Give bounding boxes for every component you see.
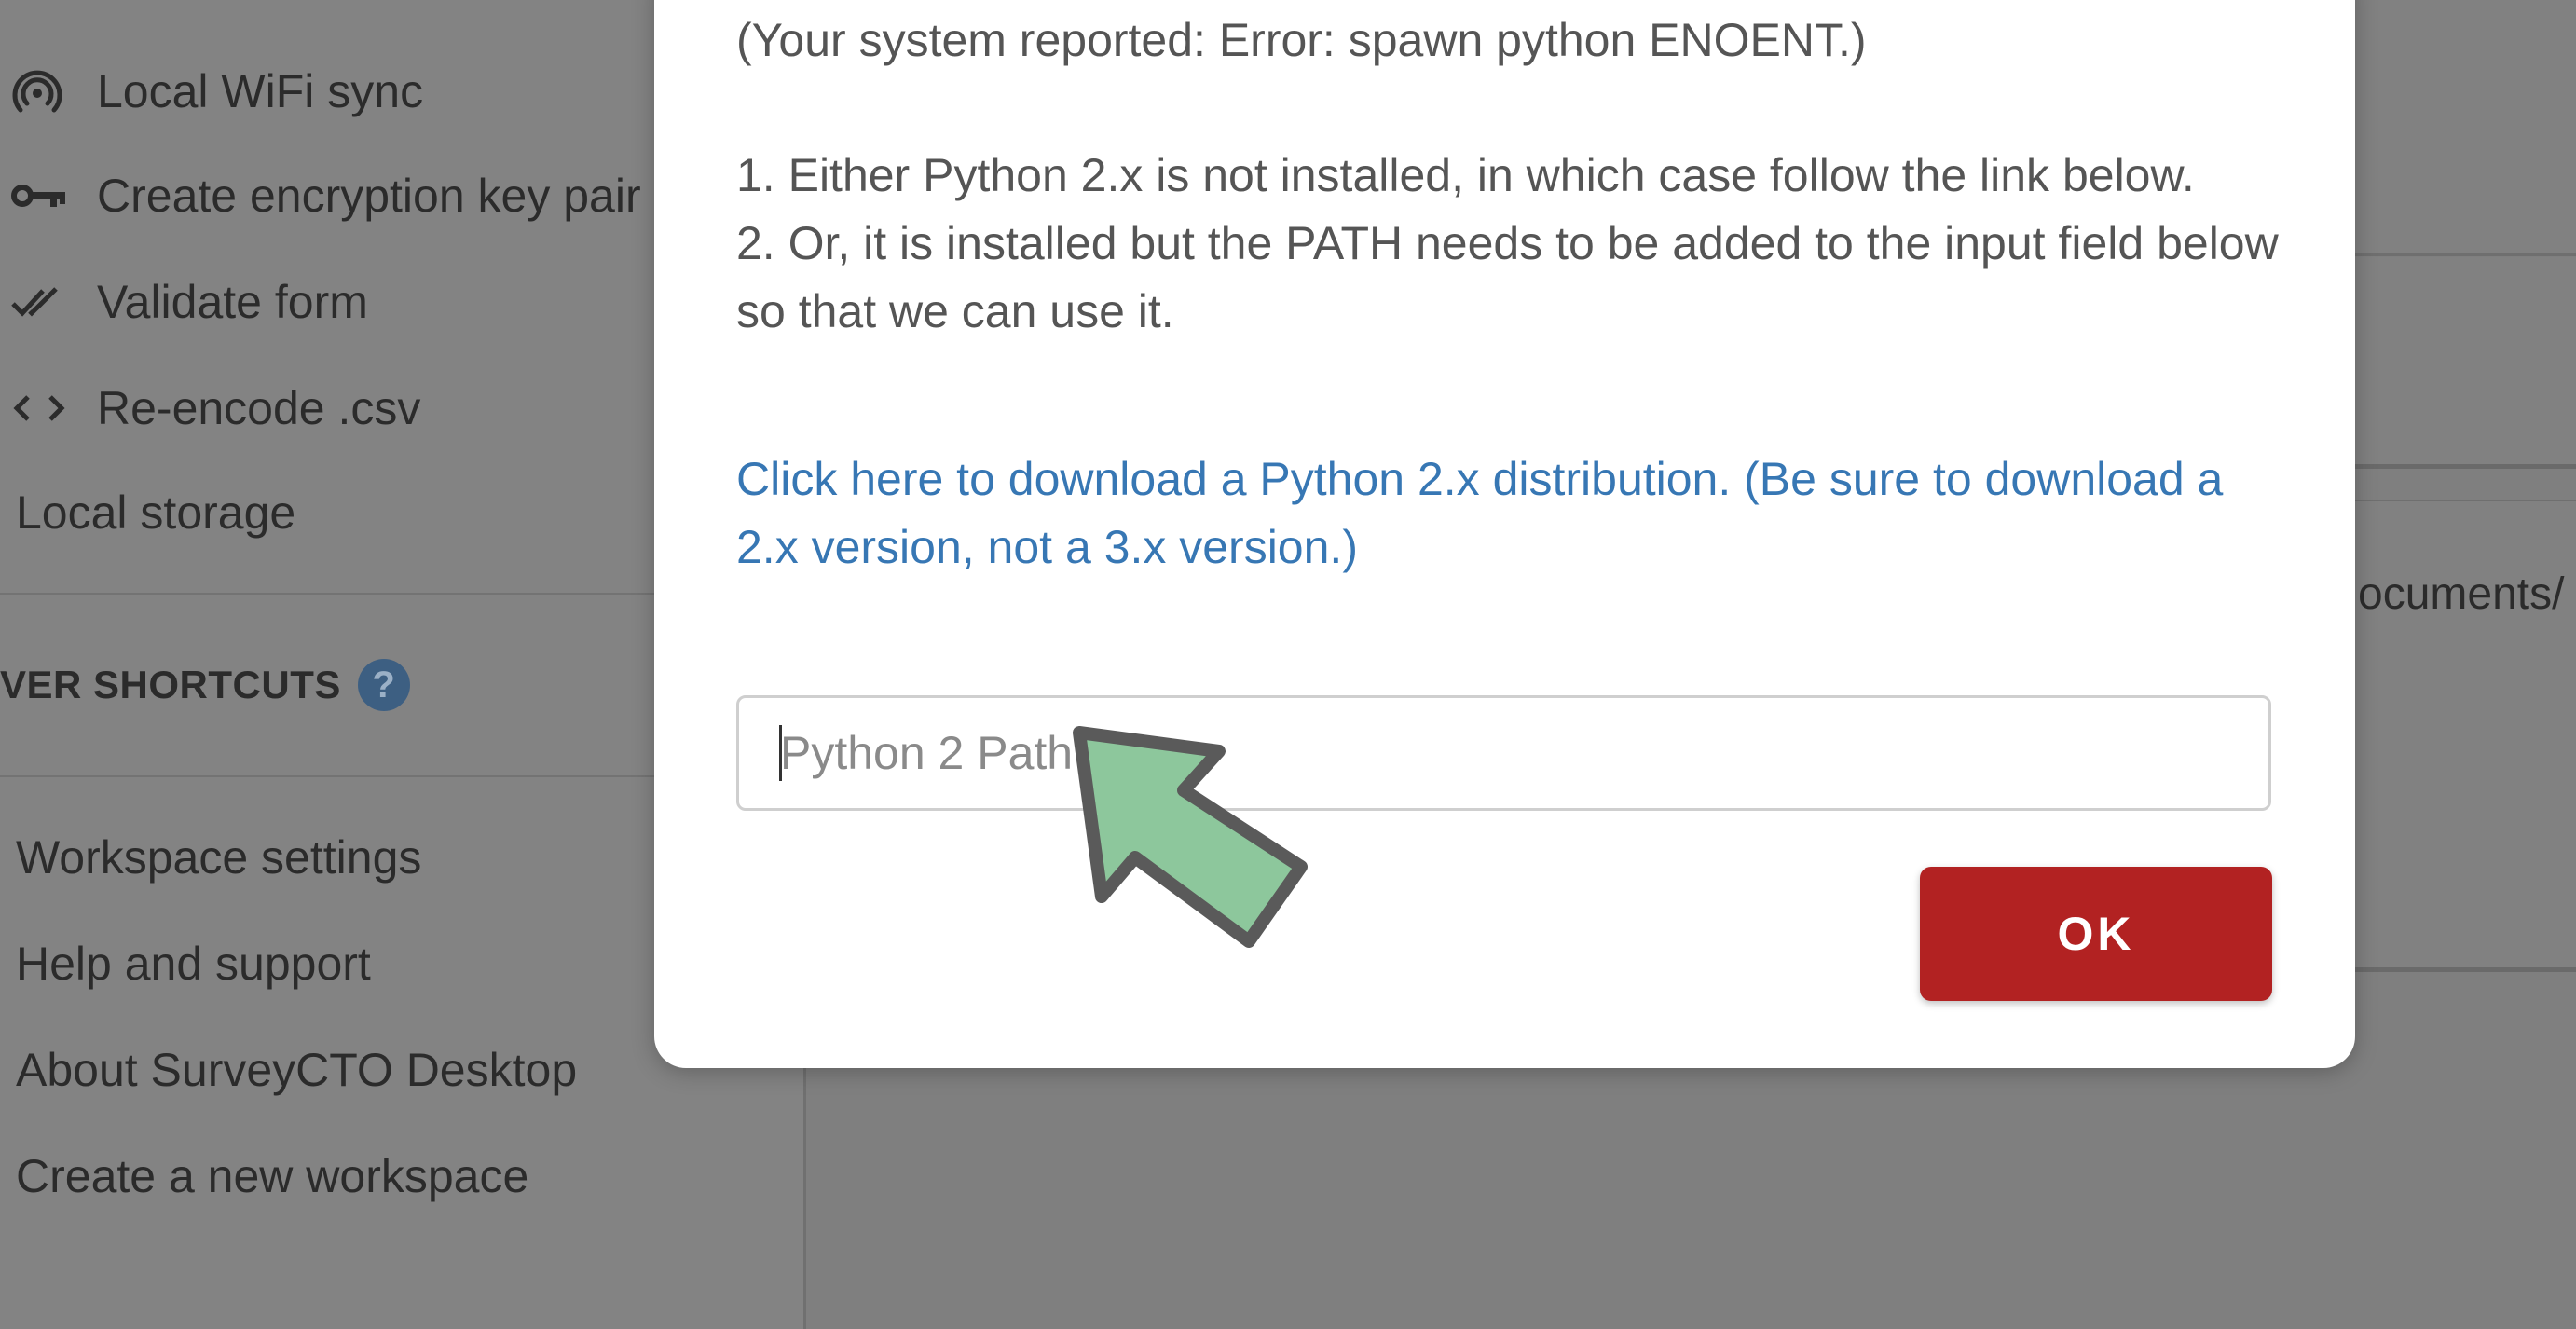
- sidebar-item-help-and-support[interactable]: Help and support: [0, 926, 371, 1001]
- sidebar-item-create-workspace[interactable]: Create a new workspace: [0, 1139, 528, 1213]
- system-error-text: (Your system reported: Error: spawn pyth…: [736, 14, 1867, 66]
- double-check-icon: [0, 283, 67, 321]
- sidebar-item-create-key-pair[interactable]: Create encryption key pair: [0, 158, 641, 233]
- sidebar-item-workspace-settings[interactable]: Workspace settings: [0, 820, 421, 895]
- background-card: [2349, 257, 2576, 469]
- sidebar-item-label: Local WiFi sync: [97, 65, 424, 117]
- sidebar-item-about[interactable]: About SurveyCTO Desktop: [0, 1033, 577, 1107]
- background-card: [2349, 0, 2576, 256]
- section-title: VER SHORTCUTS: [0, 663, 341, 706]
- key-icon: [0, 177, 67, 214]
- python-path-input[interactable]: [736, 695, 2271, 811]
- help-icon[interactable]: ?: [357, 659, 410, 711]
- background-path-text: ocuments/: [2358, 569, 2565, 619]
- instructions: 1. Either Python 2.x is not installed, i…: [736, 142, 2293, 346]
- python-path-dialog: (Your system reported: Error: spawn pyth…: [654, 0, 2355, 1068]
- sidebar-item-label: Re-encode .csv: [97, 382, 421, 434]
- text-caret: [779, 725, 782, 781]
- code-icon: [0, 390, 67, 427]
- wifi-sync-icon: [0, 65, 67, 117]
- sidebar-item-re-encode-csv[interactable]: Re-encode .csv: [0, 371, 420, 445]
- instruction-option-1: 1. Either Python 2.x is not installed, i…: [736, 149, 2195, 201]
- download-python-link[interactable]: Click here to download a Python 2.x dist…: [736, 445, 2293, 582]
- instruction-option-2: 2. Or, it is installed but the PATH need…: [736, 217, 2279, 337]
- sidebar-item-local-storage[interactable]: Local storage: [0, 475, 295, 550]
- sidebar-item-label: Create encryption key pair: [97, 170, 641, 222]
- ok-button[interactable]: OK: [1920, 867, 2272, 1001]
- sidebar-item-validate-form[interactable]: Validate form: [0, 265, 368, 339]
- sidebar-item-local-wifi-sync[interactable]: Local WiFi sync: [0, 54, 423, 129]
- sidebar-section-title: VER SHORTCUTS ?: [0, 652, 410, 718]
- sidebar-item-label: Validate form: [97, 276, 368, 328]
